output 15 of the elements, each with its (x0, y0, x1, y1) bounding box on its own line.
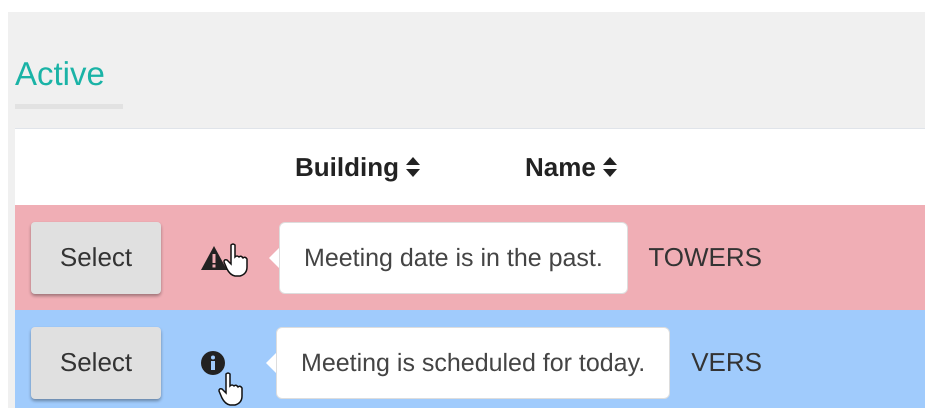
select-button[interactable]: Select (31, 222, 161, 294)
sort-icon[interactable] (602, 156, 618, 178)
table-cell: TOWERS (648, 242, 762, 273)
select-button[interactable]: Select (31, 326, 161, 398)
hand-cursor-icon (223, 243, 249, 277)
warning-icon[interactable] (200, 244, 228, 270)
hand-cursor-icon (218, 372, 244, 406)
sort-icon[interactable] (404, 156, 421, 178)
tooltip: Meeting date is in the past. (269, 222, 628, 294)
table-cell: VERS (691, 347, 762, 378)
tooltip: Meeting is scheduled for today. (266, 327, 670, 399)
column-header[interactable]: Building (295, 152, 399, 182)
column-header[interactable]: Name (525, 152, 596, 182)
info-icon[interactable] (200, 350, 226, 376)
section-title: Active (15, 54, 106, 94)
